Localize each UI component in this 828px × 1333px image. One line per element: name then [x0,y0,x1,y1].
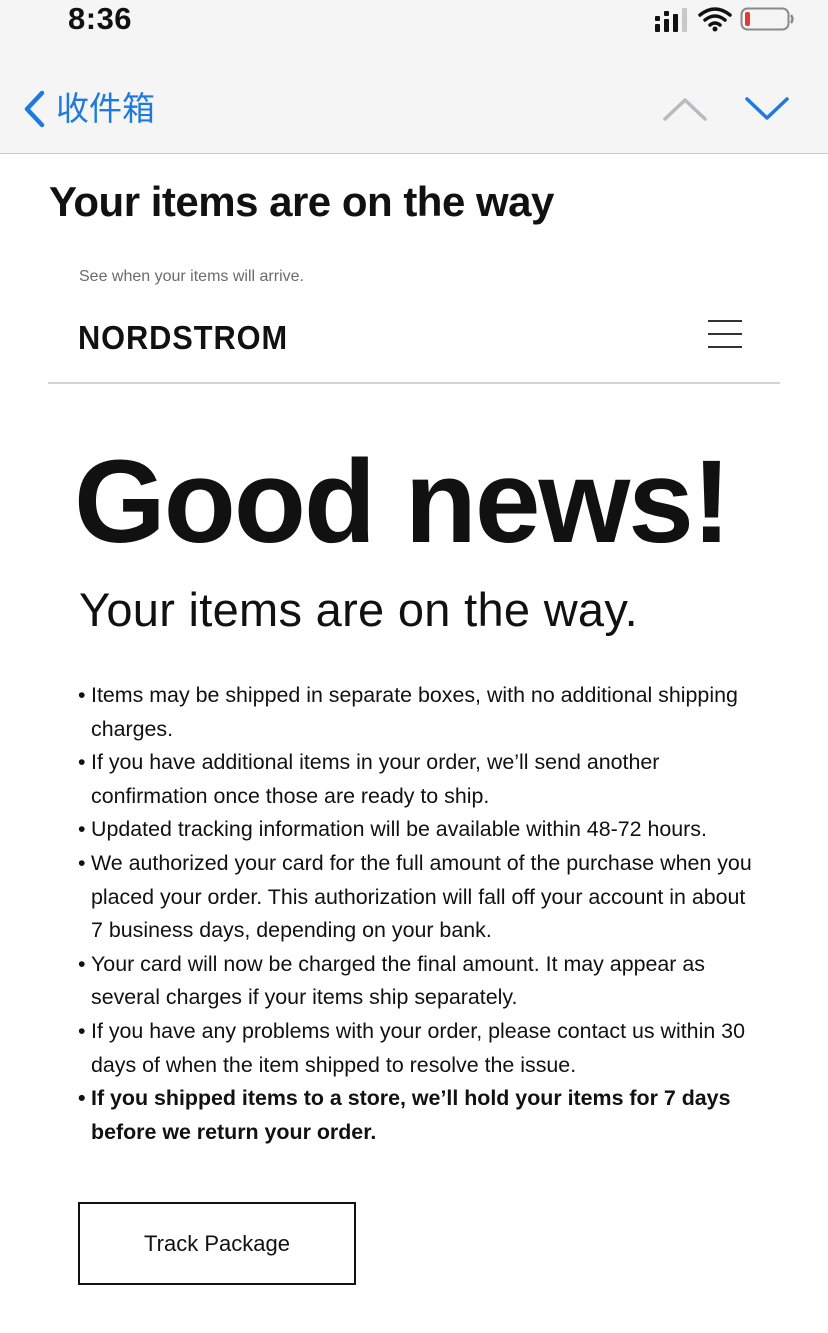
menu-line [708,346,742,348]
wifi-icon [698,7,732,32]
back-to-inbox-button[interactable]: 收件箱 [20,84,155,134]
list-item: If you have any problems with your order… [78,1015,758,1082]
previous-message-button[interactable] [660,92,710,126]
list-item: Your card will now be charged the final … [78,948,758,1015]
next-message-button[interactable] [742,92,792,126]
menu-line [708,320,742,322]
list-item: Updated tracking information will be ava… [78,813,758,847]
track-package-button[interactable]: Track Package [78,1202,356,1285]
list-item-store-hold: If you shipped items to a store, we’ll h… [78,1082,758,1149]
email-subject: Your items are on the way [49,178,554,225]
list-item: Items may be shipped in separate boxes, … [78,679,758,746]
menu-button[interactable] [708,320,744,354]
chevron-left-icon [24,90,45,128]
header-divider [48,382,780,384]
email-preheader: See when your items will arrive. [79,268,304,285]
list-item: If you have additional items in your ord… [78,746,758,813]
cellular-signal-icon [655,8,687,32]
svg-text:NORDSTROM: NORDSTROM [78,319,288,356]
battery-low-icon [740,7,794,31]
hero-title: Good news! [74,436,731,568]
status-time: 8:36 [68,1,133,36]
hero-subtitle: Your items are on the way. [79,583,639,636]
list-item: We authorized your card for the full amo… [78,847,758,948]
back-label: 收件箱 [56,90,155,127]
info-bullet-list: Items may be shipped in separate boxes, … [78,679,758,1149]
menu-line [708,333,742,335]
nordstrom-logo[interactable]: NORDSTROM [78,318,290,356]
top-bar: 8:36 收件箱 [0,0,828,154]
